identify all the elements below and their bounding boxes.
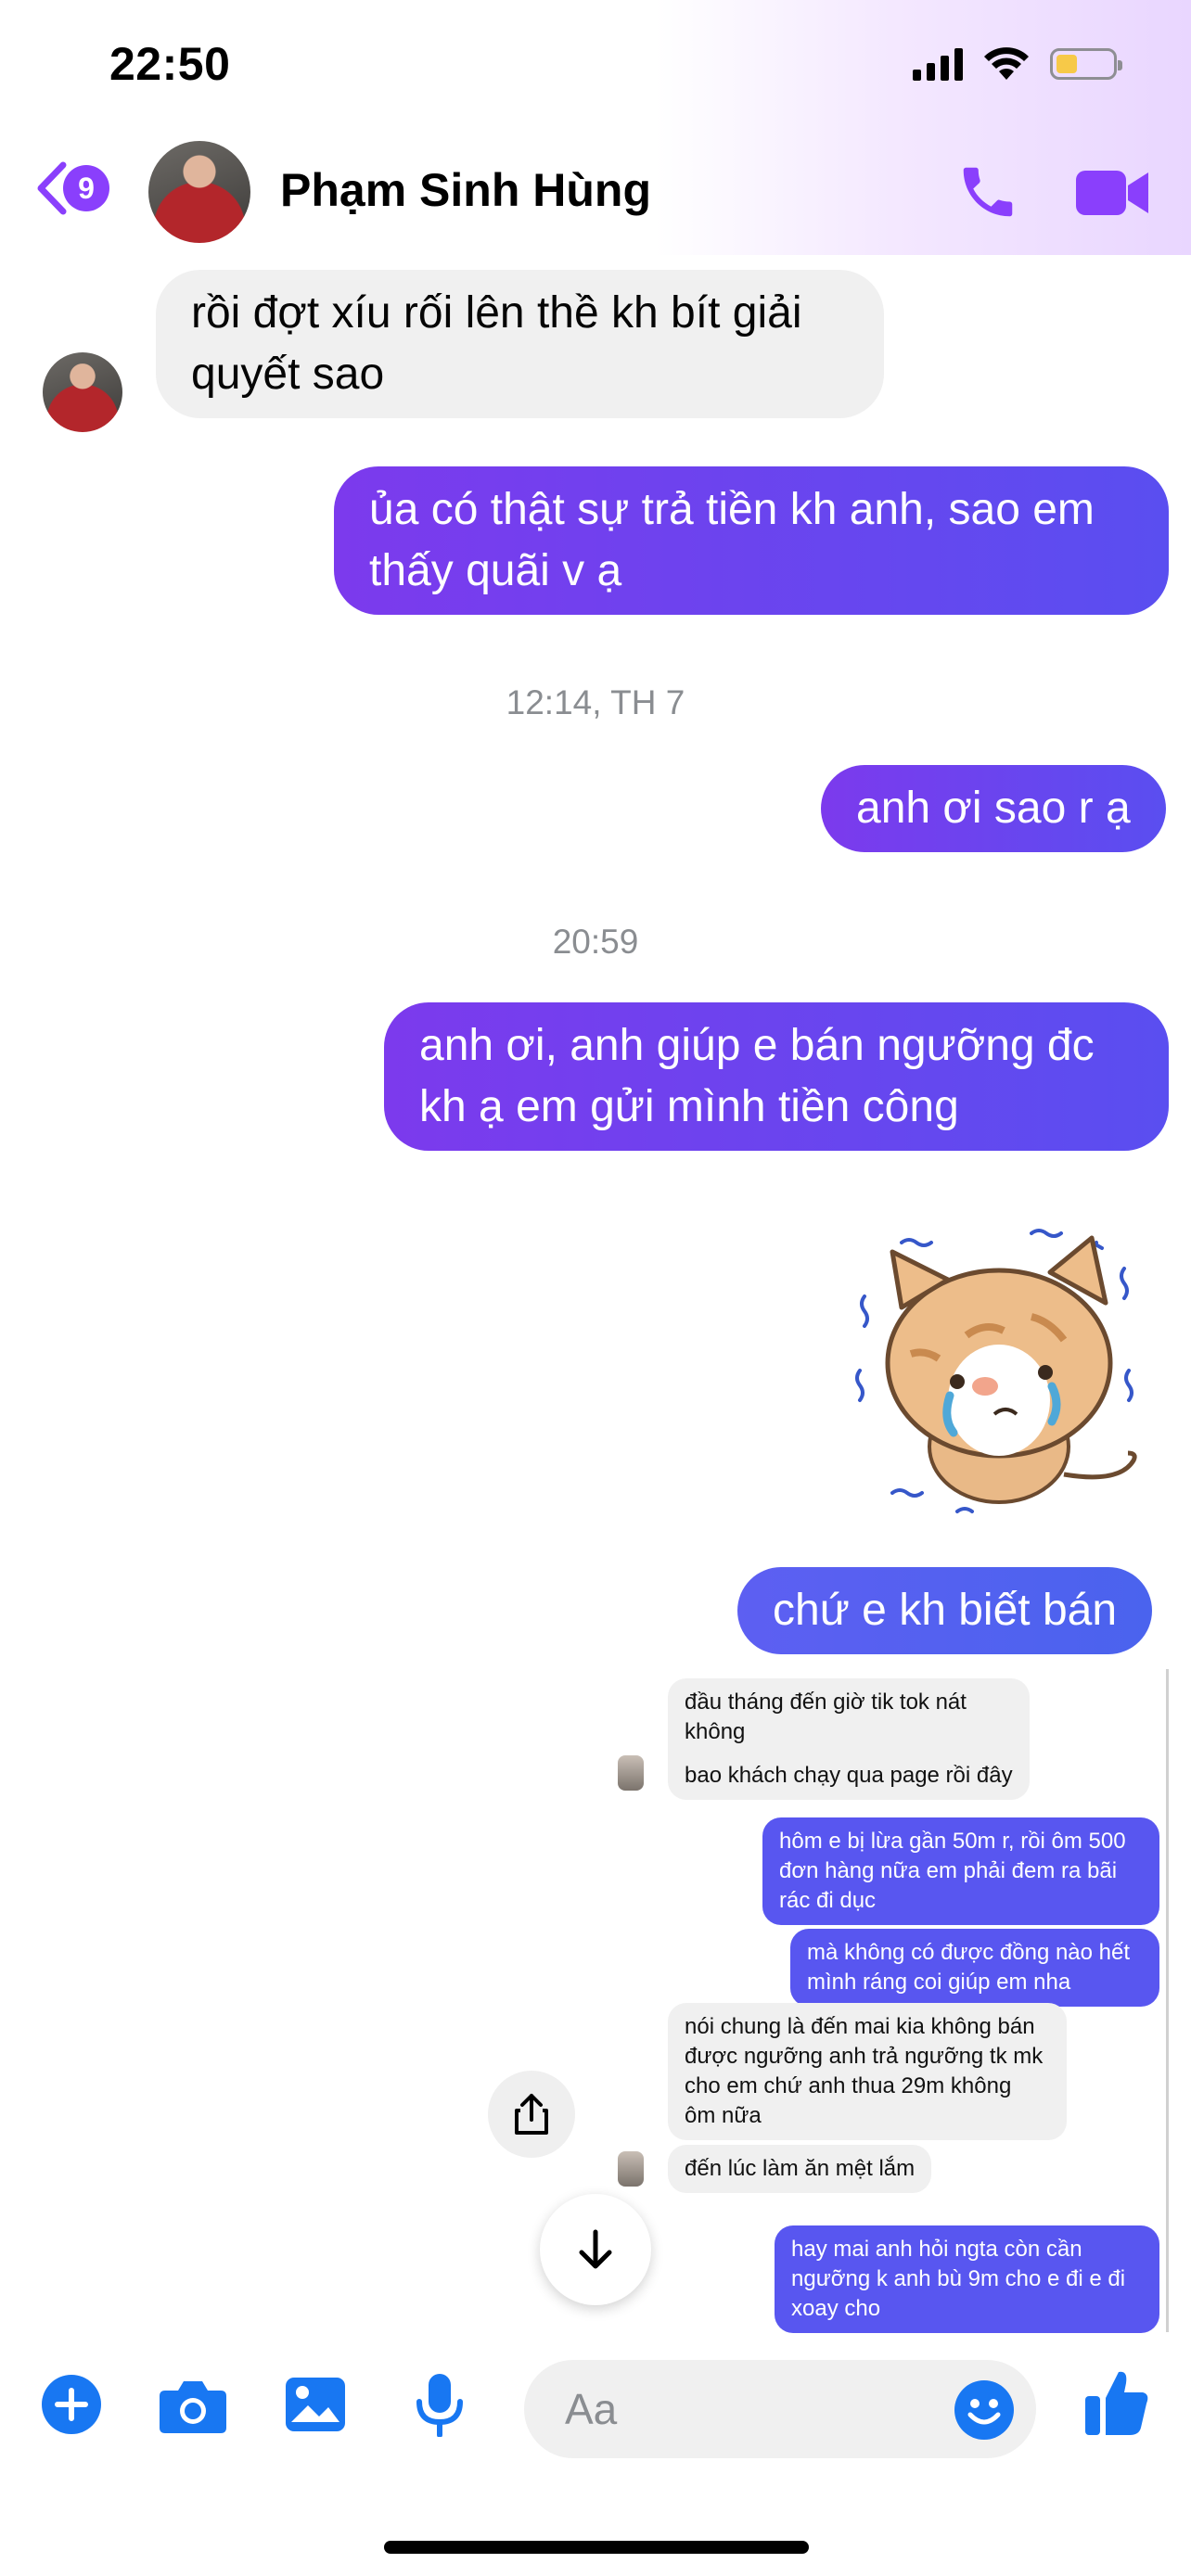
emoji-icon[interactable]	[954, 2379, 1015, 2441]
plus-icon[interactable]	[41, 2374, 102, 2435]
message-input[interactable]	[565, 2380, 917, 2438]
top-bar: 22:50 9 Phạm Sinh Hùng	[0, 0, 1191, 255]
home-indicator	[384, 2541, 809, 2554]
screenshot-outgoing-message: hay mai anh hỏi ngta còn cần ngưỡng k an…	[775, 2225, 1159, 2333]
thumbs-up-icon[interactable]	[1083, 2366, 1150, 2437]
status-icons	[913, 46, 1122, 82]
crying-cat-sticker[interactable]	[846, 1215, 1152, 1539]
image-icon[interactable]	[284, 2376, 347, 2433]
share-icon	[515, 2094, 548, 2135]
shared-screenshot-image[interactable]: đầu tháng đến giờ tik tok nát không còn …	[612, 1669, 1169, 2333]
back-button[interactable]: 9	[33, 159, 109, 217]
outgoing-message[interactable]: ủa có thật sự trả tiền kh anh, sao em th…	[334, 466, 1169, 615]
screenshot-incoming-message: nói chung là đến mai kia không bán được …	[668, 2003, 1067, 2140]
screenshot-avatar	[618, 2151, 644, 2187]
arrow-down-icon	[579, 2229, 612, 2269]
screenshot-outgoing-message: mà không có được đồng nào hết mình ráng …	[790, 1929, 1159, 2007]
scroll-to-bottom-button[interactable]	[540, 2194, 651, 2305]
outgoing-message[interactable]: chứ e kh biết bán	[737, 1567, 1153, 1654]
wifi-icon	[984, 47, 1029, 80]
screenshot-incoming-message: đến lúc làm ăn mệt lắm	[668, 2145, 932, 2193]
message-thread[interactable]: rồi đợt xíu rối lên thề kh bít giải quyế…	[0, 255, 1191, 2333]
sender-avatar	[43, 352, 122, 432]
outgoing-message[interactable]: anh ơi, anh giúp e bán ngưỡng đc kh ạ em…	[384, 1002, 1169, 1151]
contact-avatar[interactable]	[148, 141, 250, 243]
share-button[interactable]	[488, 2071, 575, 2158]
message-composer	[0, 2337, 1191, 2485]
message-input-container	[524, 2360, 1036, 2458]
screenshot-incoming-message: bao khách chạy qua page rồi đây	[668, 1752, 1030, 1800]
unread-badge: 9	[63, 165, 109, 211]
screenshot-outgoing-message: hôm e bị lừa gần 50m r, rồi ôm 500 đơn h…	[762, 1817, 1159, 1925]
timestamp: 20:59	[552, 923, 639, 961]
status-time: 22:50	[109, 38, 231, 90]
incoming-message[interactable]: rồi đợt xíu rối lên thề kh bít giải quyế…	[156, 270, 884, 418]
camera-icon[interactable]	[158, 2378, 228, 2435]
phone-call-icon[interactable]	[955, 159, 1020, 224]
screenshot-avatar	[618, 1755, 644, 1791]
cellular-signal-icon	[913, 47, 963, 81]
contact-name[interactable]: Phạm Sinh Hùng	[280, 163, 651, 217]
battery-icon	[1050, 48, 1122, 80]
microphone-icon[interactable]	[414, 2372, 466, 2437]
outgoing-message[interactable]: anh ơi sao r ạ	[821, 765, 1166, 852]
video-call-icon[interactable]	[1074, 165, 1150, 221]
timestamp: 12:14, TH 7	[506, 683, 685, 721]
